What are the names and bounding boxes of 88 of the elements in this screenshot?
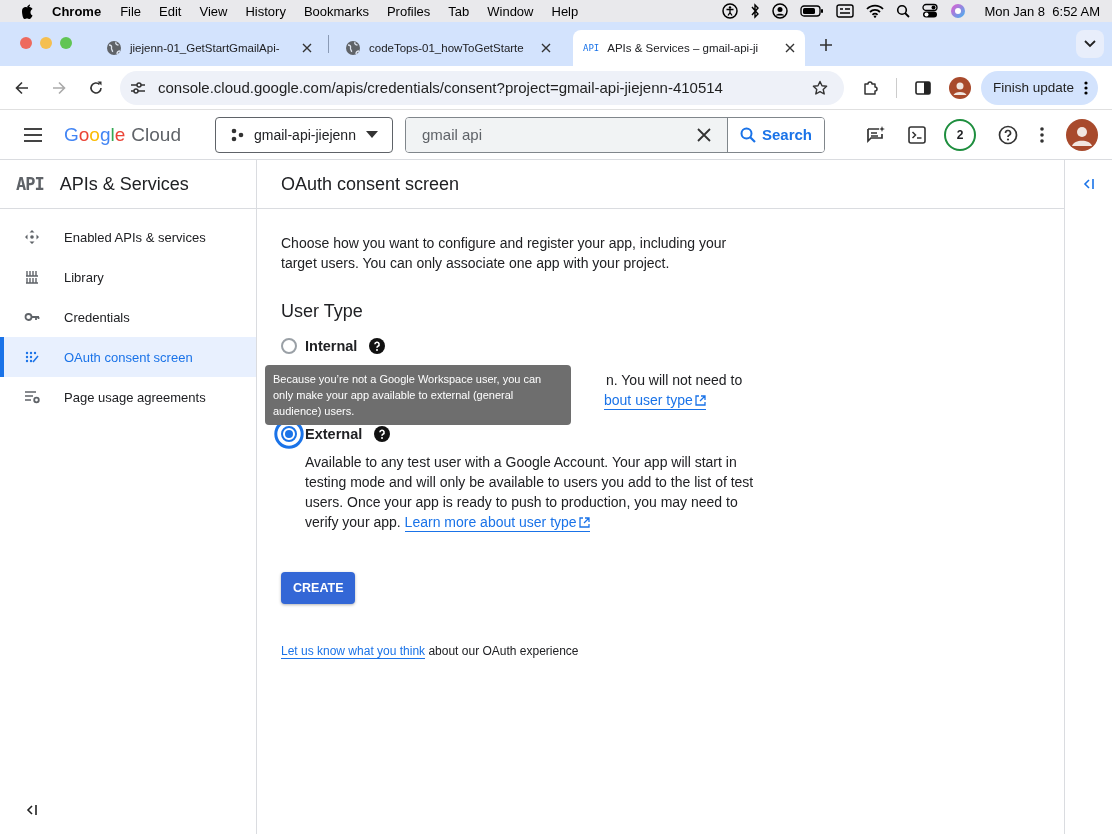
feedback-icon[interactable]: [866, 124, 886, 145]
menu-item[interactable]: Help: [551, 3, 579, 19]
accessibility-icon[interactable]: [722, 3, 739, 19]
page-title: OAuth consent screen: [281, 173, 460, 195]
more-vert-icon: [1084, 80, 1089, 95]
section-title: User Type: [281, 301, 364, 322]
learn-more-link[interactable]: Learn more about user type: [404, 514, 590, 532]
globe-icon: [345, 40, 361, 56]
terminal-icon[interactable]: [908, 125, 926, 144]
menu-item[interactable]: Edit: [159, 3, 182, 19]
menu-item[interactable]: Tab: [448, 3, 470, 19]
close-icon[interactable]: [302, 43, 312, 53]
help-icon[interactable]: [998, 124, 1018, 145]
columns-icon: [24, 269, 40, 285]
google-cloud-logo[interactable]: Google Cloud: [64, 123, 181, 146]
close-icon[interactable]: [541, 43, 551, 53]
address-field[interactable]: console.cloud.google.com/apis/credentials/consent?project=gmail-api-jiejenn-410514: [120, 70, 844, 105]
project-picker[interactable]: gmail-api-jiejenn: [215, 116, 393, 153]
chevron-down-icon: [1084, 40, 1096, 48]
feedback-text: Let us know what you think about our OAuth experience: [281, 644, 580, 658]
battery-icon[interactable]: [800, 4, 825, 18]
toggle-icon[interactable]: [922, 3, 939, 19]
bookmark-star-icon[interactable]: [812, 79, 828, 96]
clear-icon[interactable]: [696, 127, 711, 142]
site-settings-icon[interactable]: [130, 80, 146, 95]
browser-tab[interactable]: jiejenn-01_GetStartGmailApi-: [96, 30, 322, 66]
back-icon[interactable]: [15, 80, 29, 95]
menu-item[interactable]: View: [199, 3, 228, 19]
option-description: n. You will not need to bout user type: [606, 371, 744, 410]
dropdown-arrow-icon: [365, 131, 378, 138]
external-link-icon: [578, 517, 590, 528]
radio-button[interactable]: [281, 338, 297, 354]
dotted-grid-icon: [24, 349, 40, 365]
help-icon[interactable]: [374, 426, 391, 442]
globe-icon: [106, 40, 122, 56]
menu-item[interactable]: Window: [487, 3, 534, 19]
bluetooth-icon[interactable]: [750, 3, 761, 19]
sidebar-item[interactable]: Credentials: [0, 297, 256, 337]
sidebar-item[interactable]: Library: [0, 257, 256, 297]
learn-more-link[interactable]: bout user type: [604, 392, 706, 410]
more-vert-icon[interactable]: [1040, 126, 1044, 143]
tooltip: Because you’re not a Google Workspace user, you can only make your app available to external (general audience) users.: [265, 365, 571, 425]
keyboard-icon[interactable]: [836, 4, 855, 18]
new-tab-icon[interactable]: [819, 38, 833, 52]
menu-item[interactable]: Bookmarks: [303, 3, 369, 19]
list-settings-icon: [24, 389, 40, 405]
menu-item[interactable]: Chrome: [52, 3, 102, 19]
radio-label[interactable]: External: [305, 426, 363, 442]
collapse-icon[interactable]: [26, 804, 38, 816]
browser-tab[interactable]: codeTops-01_howToGetStarte: [335, 30, 561, 66]
menu-item[interactable]: Profiles: [386, 3, 431, 19]
feedback-link[interactable]: Let us know what you think: [281, 644, 426, 659]
sidebar-item[interactable]: Page usage agreements: [0, 377, 256, 417]
menu-item[interactable]: History: [245, 3, 286, 19]
expand-panel-icon[interactable]: [1082, 178, 1095, 190]
clock: Mon Jan 8 6:52 AM: [984, 3, 1100, 19]
browser-tab[interactable]: API APIs & Services – gmail-api-ji: [573, 30, 805, 66]
tab-search-button[interactable]: [1076, 30, 1104, 58]
wifi-icon[interactable]: [866, 4, 885, 18]
orb-icon[interactable]: [950, 3, 967, 19]
api-logo: API: [16, 174, 44, 194]
apple-icon[interactable]: [20, 3, 34, 19]
tab-favicon: API: [583, 43, 600, 53]
menu-item[interactable]: File: [120, 3, 142, 19]
move-arrows-icon: [24, 229, 40, 245]
side-panel-icon[interactable]: [915, 80, 931, 95]
sidebar-title: APIs & Services: [59, 173, 189, 195]
search-field[interactable]: gmail api: [406, 117, 728, 152]
puzzle-piece-icon[interactable]: [862, 78, 880, 97]
help-icon[interactable]: [369, 338, 386, 354]
intro-text: Choose how you want to configure and register your app, including your target users. You can only associate one app with your project.: [281, 234, 728, 273]
menu-icon[interactable]: [24, 127, 42, 142]
option-description: Available to any test user with a Google Account. Your app will start in testing mode and will only be available to users you add to the list of test users. Once your app is ready to push to production, you may need to verify your app. Learn more about user type: [305, 453, 755, 532]
avatar-icon[interactable]: [949, 76, 971, 99]
external-link-icon: [694, 395, 706, 406]
user-icon[interactable]: [772, 3, 789, 19]
reload-icon[interactable]: [89, 80, 103, 95]
notification-badge[interactable]: 2: [944, 118, 976, 151]
search-icon[interactable]: [896, 4, 911, 18]
close-icon[interactable]: [785, 43, 795, 53]
search-icon: [739, 126, 756, 143]
project-dots-icon: [230, 127, 244, 142]
sidebar-item[interactable]: OAuth consent screen: [0, 337, 256, 377]
sidebar-item[interactable]: Enabled APIs & services: [0, 217, 256, 257]
create-button[interactable]: CREATE: [281, 572, 356, 604]
finish-update-button[interactable]: Finish update: [981, 70, 1099, 105]
avatar-icon[interactable]: [1066, 118, 1098, 151]
radio-label[interactable]: Internal: [305, 338, 358, 354]
